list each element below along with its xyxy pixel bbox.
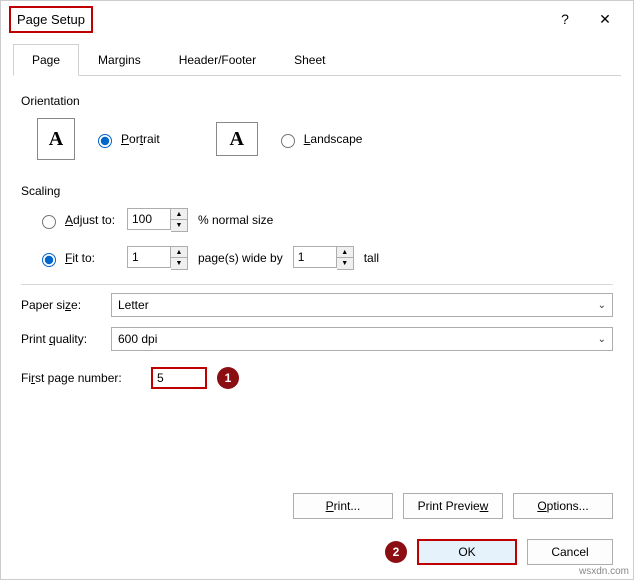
tab-content: Orientation A Portrait A Landscape Scali… <box>1 76 633 413</box>
action-buttons-row: Print... Print Preview Options... <box>293 493 613 519</box>
landscape-radio[interactable]: Landscape <box>276 131 363 148</box>
paper-size-label: Paper size: <box>21 298 111 312</box>
tab-page[interactable]: Page <box>13 44 79 76</box>
adjust-suffix: % normal size <box>198 213 273 227</box>
annotation-badge-2: 2 <box>385 541 407 563</box>
annotation-badge-1: 1 <box>217 367 239 389</box>
portrait-radio[interactable]: Portrait <box>93 131 160 148</box>
print-quality-value: 600 dpi <box>118 332 157 346</box>
close-button[interactable]: ✕ <box>585 4 625 34</box>
page-setup-dialog: Page Setup ? ✕ Page Margins Header/Foote… <box>0 0 634 580</box>
adjust-to-input[interactable] <box>127 208 171 230</box>
print-preview-button[interactable]: Print Preview <box>403 493 503 519</box>
paper-size-select[interactable]: Letter ⌄ <box>111 293 613 317</box>
scaling-label: Scaling <box>21 184 613 198</box>
print-quality-label: Print quality: <box>21 332 111 346</box>
fit-wide-spinner[interactable]: ▲▼ <box>127 246 188 270</box>
dialog-buttons-row: 2 OK Cancel <box>385 539 613 565</box>
tab-header-footer[interactable]: Header/Footer <box>160 44 275 76</box>
fit-tall-suffix: tall <box>364 251 379 265</box>
first-page-label: First page number: <box>21 371 151 385</box>
first-page-row: First page number: 1 <box>21 367 613 389</box>
tab-strip: Page Margins Header/Footer Sheet <box>13 43 621 76</box>
paper-size-value: Letter <box>118 298 149 312</box>
fit-wide-spin-buttons[interactable]: ▲▼ <box>171 246 188 270</box>
fit-wide-suffix: page(s) wide by <box>198 251 283 265</box>
orientation-group: A Portrait A Landscape <box>37 118 613 160</box>
ok-button[interactable]: OK <box>417 539 517 565</box>
chevron-down-icon: ⌄ <box>598 334 606 345</box>
print-quality-select[interactable]: 600 dpi ⌄ <box>111 327 613 351</box>
print-quality-row: Print quality: 600 dpi ⌄ <box>21 327 613 351</box>
orientation-label: Orientation <box>21 94 613 108</box>
adjust-to-spin-buttons[interactable]: ▲▼ <box>171 208 188 232</box>
adjust-to-radio[interactable]: Adjust to: <box>37 212 117 229</box>
help-button[interactable]: ? <box>545 4 585 34</box>
adjust-to-spinner[interactable]: ▲▼ <box>127 208 188 232</box>
watermark-text: wsxdn.com <box>579 566 629 577</box>
tab-margins[interactable]: Margins <box>79 44 160 76</box>
dialog-title: Page Setup <box>9 6 93 33</box>
dialog-titlebar: Page Setup ? ✕ <box>1 1 633 37</box>
print-button[interactable]: Print... <box>293 493 393 519</box>
fit-tall-input[interactable] <box>293 246 337 268</box>
landscape-icon: A <box>216 122 258 156</box>
tab-sheet[interactable]: Sheet <box>275 44 344 76</box>
options-button[interactable]: Options... <box>513 493 613 519</box>
fit-wide-input[interactable] <box>127 246 171 268</box>
portrait-icon: A <box>37 118 75 160</box>
fit-to-row: Fit to: ▲▼ page(s) wide by ▲▼ tall <box>37 246 613 270</box>
fit-tall-spinner[interactable]: ▲▼ <box>293 246 354 270</box>
chevron-down-icon: ⌄ <box>598 300 606 311</box>
first-page-input[interactable] <box>151 367 207 389</box>
fit-tall-spin-buttons[interactable]: ▲▼ <box>337 246 354 270</box>
cancel-button[interactable]: Cancel <box>527 539 613 565</box>
paper-size-row: Paper size: Letter ⌄ <box>21 293 613 317</box>
fit-to-radio[interactable]: Fit to: <box>37 250 117 267</box>
adjust-to-row: Adjust to: ▲▼ % normal size <box>37 208 613 232</box>
